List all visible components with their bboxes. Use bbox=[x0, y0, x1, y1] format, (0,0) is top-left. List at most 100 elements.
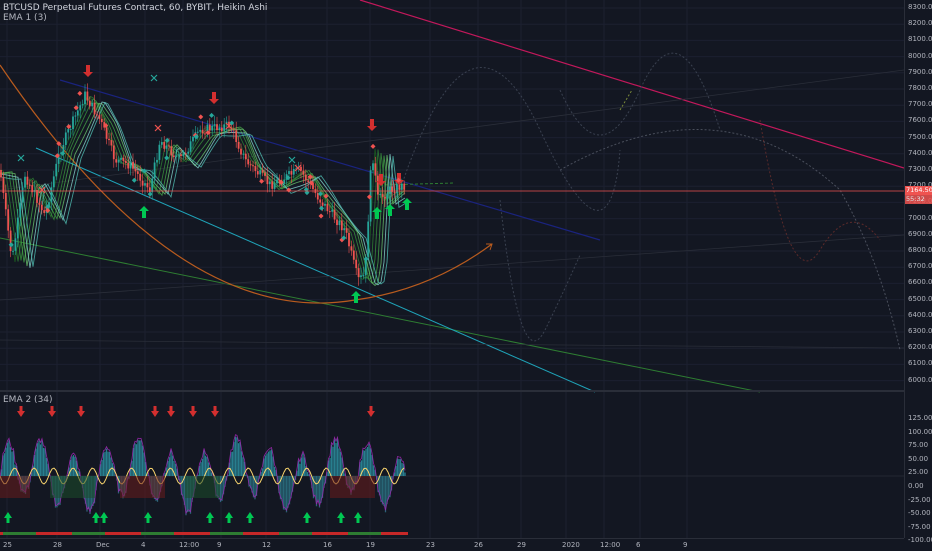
candle-body[interactable] bbox=[232, 129, 235, 131]
candle-body[interactable] bbox=[271, 181, 274, 189]
candle-body[interactable] bbox=[319, 199, 322, 203]
candle-body[interactable] bbox=[340, 220, 343, 231]
candle-body[interactable] bbox=[9, 230, 12, 252]
candle-body[interactable] bbox=[64, 132, 67, 145]
candle-body[interactable] bbox=[283, 179, 286, 184]
candle-body[interactable] bbox=[127, 162, 130, 169]
candle-body[interactable] bbox=[67, 129, 70, 133]
candle-body[interactable] bbox=[28, 184, 31, 186]
red-trendline[interactable] bbox=[359, 0, 904, 169]
candle-body[interactable] bbox=[357, 268, 360, 278]
chart-app[interactable]: BTCUSD Perpetual Futures Contract, 60, B… bbox=[0, 0, 932, 551]
candle-body[interactable] bbox=[388, 186, 391, 194]
candle-body[interactable] bbox=[153, 162, 156, 179]
heikin-ashi-candles[interactable] bbox=[0, 83, 406, 286]
candle-body[interactable] bbox=[12, 250, 14, 252]
candle-body[interactable] bbox=[384, 196, 386, 199]
candle-body[interactable] bbox=[69, 129, 72, 131]
candle-body[interactable] bbox=[220, 127, 223, 131]
time-axis[interactable]: 25 28 Dec 4 12:00 9 12 16 19 23 26 29 2020 12:00 6 9 bbox=[0, 538, 904, 551]
candle-body[interactable] bbox=[40, 204, 43, 211]
candle-body[interactable] bbox=[240, 148, 242, 155]
candle-body[interactable] bbox=[192, 136, 194, 142]
candle-body[interactable] bbox=[343, 228, 346, 231]
candle-body[interactable] bbox=[242, 153, 245, 155]
candle-body[interactable] bbox=[393, 191, 396, 194]
candle-body[interactable] bbox=[88, 100, 91, 107]
candle-body[interactable] bbox=[304, 174, 307, 181]
candle-body[interactable] bbox=[55, 163, 58, 177]
candle-body[interactable] bbox=[24, 176, 26, 188]
candle-body[interactable] bbox=[115, 159, 118, 163]
candle-body[interactable] bbox=[360, 275, 362, 278]
candle-body[interactable] bbox=[98, 114, 101, 119]
candle-body[interactable] bbox=[0, 170, 2, 178]
oscillator-pane[interactable] bbox=[0, 406, 904, 535]
candle-body[interactable] bbox=[14, 238, 17, 251]
chart-canvas[interactable] bbox=[0, 0, 904, 538]
candle-body[interactable] bbox=[100, 118, 103, 123]
candle-body[interactable] bbox=[182, 153, 185, 157]
candle-body[interactable] bbox=[350, 246, 353, 251]
candle-body[interactable] bbox=[376, 175, 379, 195]
candle-body[interactable] bbox=[336, 219, 338, 226]
candle-body[interactable] bbox=[321, 202, 324, 206]
candle-body[interactable] bbox=[326, 203, 329, 212]
candle-body[interactable] bbox=[331, 209, 334, 212]
candle-body[interactable] bbox=[398, 184, 401, 190]
candle-body[interactable] bbox=[252, 165, 254, 167]
candle-body[interactable] bbox=[333, 209, 336, 220]
candle-body[interactable] bbox=[208, 124, 211, 131]
candle-body[interactable] bbox=[276, 179, 278, 184]
candle-body[interactable] bbox=[259, 170, 262, 175]
candle-body[interactable] bbox=[292, 168, 295, 175]
candle-body[interactable] bbox=[247, 159, 250, 165]
candle-body[interactable] bbox=[146, 183, 149, 188]
candle-body[interactable] bbox=[211, 125, 214, 131]
candle-body[interactable] bbox=[379, 194, 382, 196]
candle-body[interactable] bbox=[86, 91, 89, 101]
candle-body[interactable] bbox=[184, 153, 187, 155]
candle-body[interactable] bbox=[175, 155, 178, 158]
candle-body[interactable] bbox=[158, 144, 161, 160]
candle-body[interactable] bbox=[403, 183, 406, 190]
candle-body[interactable] bbox=[213, 124, 216, 126]
candle-body[interactable] bbox=[122, 157, 125, 161]
candle-body[interactable] bbox=[117, 159, 120, 163]
candle-body[interactable] bbox=[216, 124, 218, 131]
candle-body[interactable] bbox=[268, 181, 271, 185]
candle-body[interactable] bbox=[199, 129, 202, 132]
candle-body[interactable] bbox=[400, 183, 403, 190]
candle-body[interactable] bbox=[72, 116, 74, 130]
indicator-ema1-label[interactable]: EMA 1 (3) bbox=[3, 13, 47, 24]
candle-body[interactable] bbox=[348, 232, 350, 247]
candle-body[interactable] bbox=[105, 127, 108, 139]
candle-body[interactable] bbox=[381, 194, 384, 197]
candle-body[interactable] bbox=[288, 171, 290, 175]
candle-body[interactable] bbox=[76, 110, 79, 116]
candle-body[interactable] bbox=[264, 172, 266, 176]
candle-body[interactable] bbox=[163, 142, 166, 149]
candle-body[interactable] bbox=[36, 189, 38, 203]
pane-divider[interactable] bbox=[0, 390, 932, 392]
candle-body[interactable] bbox=[93, 102, 96, 115]
candle-body[interactable] bbox=[187, 151, 190, 154]
candle-body[interactable] bbox=[345, 228, 348, 233]
candle-body[interactable] bbox=[19, 202, 22, 218]
price-axis[interactable]: 8300.00 8200.00 8100.00 8000.00 7900.00 7800.… bbox=[904, 0, 932, 544]
candle-body[interactable] bbox=[254, 166, 257, 172]
candle-body[interactable] bbox=[223, 124, 226, 131]
candle-body[interactable] bbox=[134, 168, 137, 172]
candle-body[interactable] bbox=[196, 131, 199, 133]
candle-body[interactable] bbox=[328, 211, 331, 213]
candle-body[interactable] bbox=[235, 130, 238, 143]
candle-body[interactable] bbox=[261, 170, 264, 173]
candle-body[interactable] bbox=[160, 142, 163, 145]
candle-body[interactable] bbox=[249, 164, 252, 166]
candle-body[interactable] bbox=[120, 157, 122, 160]
candle-body[interactable] bbox=[132, 161, 134, 169]
candle-body[interactable] bbox=[26, 176, 29, 185]
candle-body[interactable] bbox=[386, 193, 389, 199]
candle-body[interactable] bbox=[362, 275, 365, 277]
candle-body[interactable] bbox=[396, 184, 398, 194]
